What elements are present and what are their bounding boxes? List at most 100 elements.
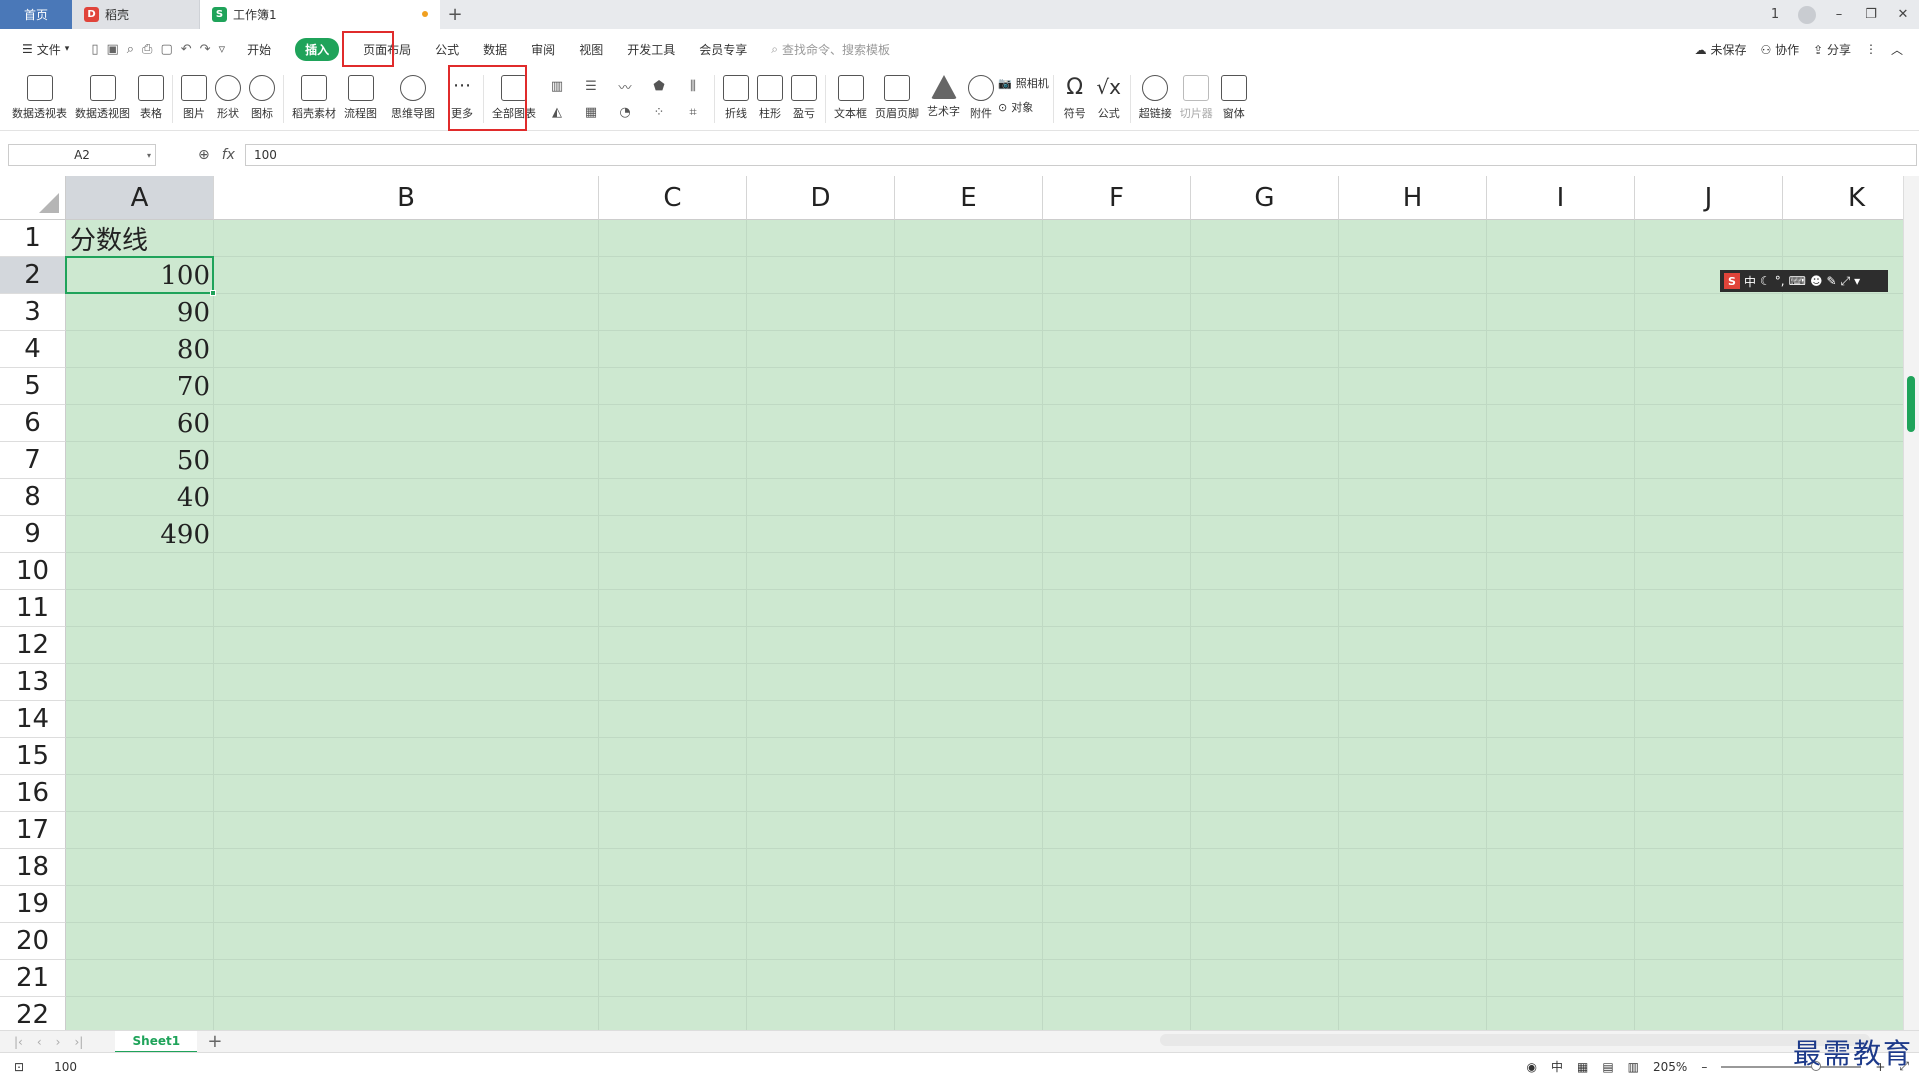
pivot-table-button[interactable]: 数据透视表	[8, 69, 71, 127]
column-header-a[interactable]: A	[66, 176, 214, 220]
macro-record-icon[interactable]: ⊡	[14, 1060, 24, 1074]
restore-icon[interactable]: ❐	[1855, 0, 1887, 29]
pivot-chart-button[interactable]: 数据透视图	[71, 69, 134, 127]
row-header-18[interactable]: 18	[0, 849, 66, 886]
sparkline-column-button[interactable]: 柱形	[753, 69, 787, 127]
undo-icon[interactable]: ↶	[181, 42, 192, 57]
docer-material-button[interactable]: 稻壳素材	[288, 69, 340, 127]
file-menu[interactable]: ☰ 文件 ▾	[10, 36, 81, 62]
minimize-icon[interactable]: –	[1823, 0, 1855, 29]
cell-a6[interactable]: 60	[66, 405, 214, 442]
tab-insert[interactable]: 插入	[283, 36, 351, 62]
scatter-chart-icon[interactable]: ⁘	[642, 99, 676, 125]
horizontal-scrollbar[interactable]	[1160, 1034, 1870, 1046]
formula-input[interactable]: 100	[244, 144, 1917, 166]
shape-button[interactable]: 形状	[211, 69, 245, 127]
save-icon[interactable]: ▣	[106, 42, 118, 57]
cell-a5[interactable]: 70	[66, 368, 214, 405]
tab-docer[interactable]: D 稻壳	[72, 0, 200, 29]
row-header-19[interactable]: 19	[0, 886, 66, 923]
textbox-button[interactable]: 文本框	[830, 69, 871, 127]
row-header-22[interactable]: 22	[0, 997, 66, 1030]
page-layout-view-icon[interactable]: ▤	[1602, 1060, 1613, 1074]
print-preview-icon[interactable]: ▢	[160, 42, 172, 57]
normal-view-icon[interactable]: ▦	[1577, 1060, 1588, 1074]
flowchart-button[interactable]: 流程图	[340, 69, 381, 127]
prev-sheet-icon[interactable]: ‹	[37, 1035, 42, 1049]
zoom-out-button[interactable]: –	[1701, 1060, 1707, 1074]
customize-icon[interactable]: ▿	[219, 42, 226, 57]
header-footer-button[interactable]: 页眉页脚	[871, 69, 923, 127]
next-sheet-icon[interactable]: ›	[56, 1035, 61, 1049]
user-icon[interactable]: ☻	[1810, 274, 1823, 288]
cell-a8[interactable]: 40	[66, 479, 214, 516]
mindmap-button[interactable]: 思维导图	[387, 69, 439, 127]
row-header-8[interactable]: 8	[0, 479, 66, 516]
more-options-icon[interactable]: ⋮	[1865, 42, 1877, 56]
hyperlink-button[interactable]: 超链接	[1135, 69, 1176, 127]
fill-handle[interactable]	[210, 290, 216, 296]
table-button[interactable]: 表格	[134, 69, 168, 127]
row-header-7[interactable]: 7	[0, 442, 66, 479]
pie-chart-icon[interactable]: ◔	[608, 99, 642, 125]
cell-a4[interactable]: 80	[66, 331, 214, 368]
cell-a7[interactable]: 50	[66, 442, 214, 479]
picture-button[interactable]: 图片	[177, 69, 211, 127]
column-header-j[interactable]: J	[1635, 176, 1783, 220]
row-header-3[interactable]: 3	[0, 294, 66, 331]
command-search[interactable]: ⌕ 查找命令、搜索模板	[771, 41, 890, 58]
column-header-b[interactable]: B	[214, 176, 599, 220]
row-header-12[interactable]: 12	[0, 627, 66, 664]
select-all-corner[interactable]	[0, 176, 66, 220]
name-box[interactable]: A2 ▾	[8, 144, 156, 166]
keyboard-icon[interactable]: ⌨	[1789, 274, 1806, 288]
format-painter-icon[interactable]: ⌕	[127, 42, 134, 57]
share-button[interactable]: ⇪ 分享	[1813, 41, 1851, 58]
row-header-21[interactable]: 21	[0, 960, 66, 997]
row-header-13[interactable]: 13	[0, 664, 66, 701]
tab-review[interactable]: 审阅	[519, 36, 567, 62]
row-header-2[interactable]: 2	[0, 257, 66, 294]
vertical-scroll-thumb[interactable]	[1907, 376, 1915, 432]
punctuation-icon[interactable]: °,	[1775, 274, 1785, 288]
row-header-17[interactable]: 17	[0, 812, 66, 849]
row-header-14[interactable]: 14	[0, 701, 66, 738]
ime-status-icon[interactable]: 中	[1551, 1058, 1563, 1075]
row-header-5[interactable]: 5	[0, 368, 66, 405]
new-file-icon[interactable]: ▯	[91, 42, 98, 57]
spreadsheet-grid[interactable]: A B C D E F G H I J K 1 2 3 4 5 6 7 8 9 10 11 12 13 14 15 16 17 18 19…	[0, 176, 1903, 1030]
wrench-icon[interactable]: ✎	[1826, 274, 1836, 288]
fx-button[interactable]: fx	[222, 147, 235, 163]
row-header-6[interactable]: 6	[0, 405, 66, 442]
radar-chart-icon[interactable]: ⬟	[642, 73, 676, 99]
cell-a3[interactable]: 90	[66, 294, 214, 331]
slicer-button[interactable]: 切片器	[1176, 69, 1217, 127]
column-header-k[interactable]: K	[1783, 176, 1903, 220]
camera-button[interactable]: 📷 照相机	[998, 75, 1049, 91]
column-header-c[interactable]: C	[599, 176, 747, 220]
column-header-f[interactable]: F	[1043, 176, 1191, 220]
last-sheet-icon[interactable]: ›|	[74, 1035, 83, 1049]
tab-home[interactable]: 首页	[0, 0, 72, 29]
column-header-i[interactable]: I	[1487, 176, 1635, 220]
tab-view[interactable]: 视图	[567, 36, 615, 62]
form-button[interactable]: 窗体	[1217, 69, 1251, 127]
first-sheet-icon[interactable]: |‹	[14, 1035, 23, 1049]
tab-developer[interactable]: 开发工具	[615, 36, 687, 62]
ime-mode[interactable]: 中	[1744, 273, 1756, 290]
symbol-button[interactable]: Ω 符号	[1058, 69, 1092, 127]
column-header-d[interactable]: D	[747, 176, 895, 220]
unsaved-button[interactable]: ☁ 未保存	[1695, 41, 1747, 58]
row-header-11[interactable]: 11	[0, 590, 66, 627]
tab-data[interactable]: 数据	[471, 36, 519, 62]
column-header-e[interactable]: E	[895, 176, 1043, 220]
sparkline-line-button[interactable]: 折线	[719, 69, 753, 127]
moon-icon[interactable]: ☾	[1760, 274, 1771, 288]
cell-a9[interactable]: 490	[66, 516, 214, 553]
cell-a1[interactable]: 分数线	[66, 220, 214, 257]
redo-icon[interactable]: ↷	[200, 42, 211, 57]
column-chart-icon[interactable]: ▥	[540, 73, 574, 99]
vertical-scrollbar[interactable]	[1903, 176, 1919, 1030]
tab-formulas[interactable]: 公式	[423, 36, 471, 62]
object-button[interactable]: ⊙ 对象	[998, 99, 1049, 115]
